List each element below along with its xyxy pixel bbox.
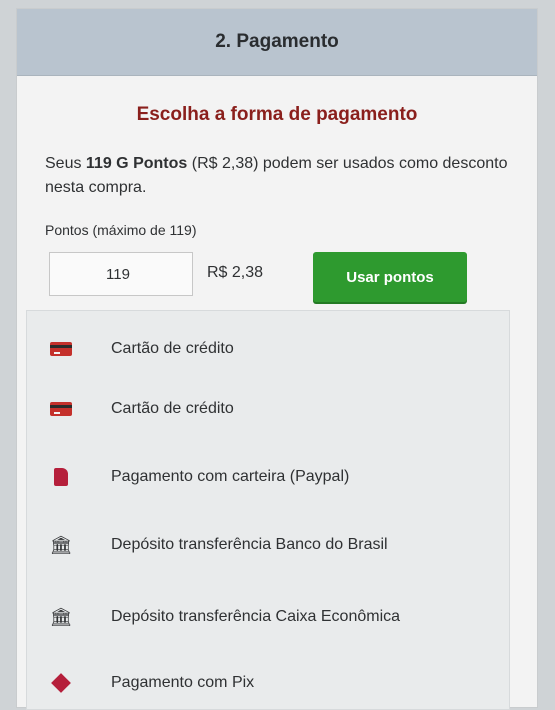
- method-caixa-economica[interactable]: 🏛 Depósito transferência Caixa Econômica: [27, 597, 509, 637]
- method-paypal[interactable]: Pagamento com carteira (Paypal): [27, 457, 509, 497]
- paypal-icon: [49, 468, 73, 486]
- points-label: Pontos (máximo de 119): [45, 222, 197, 238]
- section-title: 2. Pagamento: [215, 31, 339, 52]
- pix-icon: [49, 673, 73, 693]
- credit-card-icon: [49, 400, 73, 418]
- credit-card-icon: [49, 340, 73, 358]
- desc-prefix: Seus: [45, 155, 86, 172]
- method-credit-card-1[interactable]: Cartão de crédito: [27, 329, 509, 369]
- points-balance: 119 G Pontos: [85, 155, 188, 172]
- points-value: R$ 2,38: [207, 264, 264, 281]
- method-label: Depósito transferência Banco do Brasil: [111, 536, 388, 553]
- method-label: Pagamento com carteira (Paypal): [111, 468, 350, 485]
- bank-icon: 🏛: [49, 607, 73, 627]
- method-label: Pagamento com Pix: [111, 674, 255, 691]
- use-points-button[interactable]: Usar pontos: [313, 252, 467, 302]
- method-label: Cartão de crédito: [111, 400, 234, 417]
- payment-methods-list: Cartão de crédito Cartão de crédito Paga…: [26, 310, 510, 710]
- method-credit-card-2[interactable]: Cartão de crédito: [27, 389, 509, 429]
- points-input[interactable]: [49, 252, 193, 296]
- method-label: Cartão de crédito: [111, 340, 234, 357]
- method-pix[interactable]: Pagamento com Pix: [27, 663, 509, 703]
- method-label: Depósito transferência Caixa Econômica: [111, 608, 401, 625]
- points-description: Seus 119 G Pontos (R$ 2,38) podem ser us…: [45, 152, 509, 200]
- method-banco-do-brasil[interactable]: 🏛 Depósito transferência Banco do Brasil: [27, 525, 509, 565]
- payment-method-heading: Escolha a forma de pagamento: [136, 104, 418, 125]
- bank-icon: 🏛: [49, 535, 73, 555]
- points-row: R$ 2,38 Usar pontos: [17, 252, 537, 306]
- section-header: 2. Pagamento: [17, 9, 537, 76]
